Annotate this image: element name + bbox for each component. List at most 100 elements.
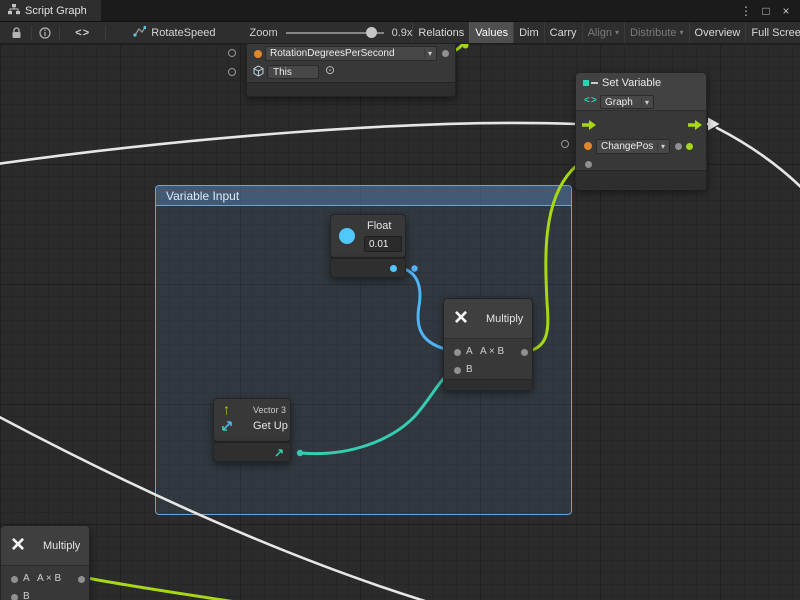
multiply-icon: × xyxy=(11,529,25,561)
value-wire-float-to-multiply-a[interactable] xyxy=(396,268,449,350)
target-label: This xyxy=(273,67,292,78)
value-input-port[interactable] xyxy=(675,143,682,150)
port-a-label: A xyxy=(23,573,30,584)
kebab-menu-icon[interactable]: ⋮ xyxy=(738,4,754,18)
value-wire-multiply2-out[interactable] xyxy=(87,578,236,600)
variable-name: RotationDegreesPerSecond xyxy=(270,48,395,59)
variable-port[interactable] xyxy=(254,50,262,58)
graph-asset-ref[interactable]: RotateSpeed xyxy=(133,26,215,40)
port-b-label: B xyxy=(23,591,30,600)
zoom-slider[interactable] xyxy=(286,22,384,44)
port-b-label: B xyxy=(466,364,473,375)
float-type-icon xyxy=(339,228,355,244)
gameobject-cube-icon xyxy=(253,65,264,80)
overview-button[interactable]: Overview xyxy=(689,22,746,44)
script-graph-tab-icon xyxy=(8,4,20,18)
variable-row: ChangePos ▾ xyxy=(576,139,706,157)
vector3-label: Vector 3 xyxy=(253,405,286,415)
node-footer xyxy=(444,379,532,390)
maximize-icon[interactable]: □ xyxy=(758,4,774,18)
zoom-slider-handle[interactable] xyxy=(366,27,377,38)
window-controls: ⋮ □ × xyxy=(738,0,800,21)
info-icon[interactable] xyxy=(35,22,57,44)
relations-button[interactable]: Relations xyxy=(412,22,469,44)
carry-button[interactable]: Carry xyxy=(544,22,582,44)
vector3-output-port[interactable] xyxy=(274,447,285,461)
value-wire-getup-to-multiply-b[interactable] xyxy=(301,370,452,454)
flow-in-port[interactable] xyxy=(582,119,597,131)
multiply-node-2[interactable]: × Multiply A A × B B xyxy=(0,525,90,600)
node-footer xyxy=(576,170,706,190)
float-literal-node[interactable]: Float 0.01 xyxy=(330,214,406,258)
graph-asset-icon xyxy=(133,26,146,40)
dim-button[interactable]: Dim xyxy=(513,22,544,44)
close-icon[interactable]: × xyxy=(778,4,794,18)
input-port-a[interactable] xyxy=(11,576,18,583)
get-up-node[interactable]: ↑ Vector 3 Get Up xyxy=(213,398,291,442)
node-title: Multiply xyxy=(43,540,80,552)
chevron-down-icon: ▾ xyxy=(424,49,432,58)
object-picker-icon[interactable]: ⊙ xyxy=(325,63,335,77)
getup-output-dot[interactable] xyxy=(297,450,303,456)
flow-out-port[interactable] xyxy=(688,119,703,131)
output-port[interactable] xyxy=(521,349,528,356)
unconnected-input-port[interactable] xyxy=(228,68,236,76)
graph-name: RotateSpeed xyxy=(151,27,215,39)
value-output-port[interactable] xyxy=(686,143,693,150)
align-dropdown: Align ▾ xyxy=(582,22,624,44)
variable-port[interactable] xyxy=(584,142,592,150)
values-button[interactable]: Values xyxy=(469,22,513,44)
flow-wire-into-set-variable[interactable] xyxy=(0,123,577,165)
input-port-a[interactable] xyxy=(454,349,461,356)
float-node-footer xyxy=(330,258,406,278)
unity-script-graph-window: Script Graph ⋮ □ × <> xyxy=(0,0,800,600)
chevron-down-icon: ▾ xyxy=(641,98,649,107)
graph-toolbar: <> RotateSpeed Zoom 0.9x Relations Value… xyxy=(0,22,800,44)
code-view-icon[interactable]: <> xyxy=(63,22,102,44)
set-variable-node[interactable]: Set Variable <> Graph ▾ ChangePos ▾ xyxy=(575,72,707,190)
tab-script-graph[interactable]: Script Graph xyxy=(0,0,101,21)
lock-icon[interactable] xyxy=(6,22,28,44)
variable-name-dropdown[interactable]: ChangePos ▾ xyxy=(596,139,670,154)
unconnected-input-port[interactable] xyxy=(561,140,569,148)
scope-label: Graph xyxy=(605,97,633,108)
graph-canvas[interactable]: Variable Input xyxy=(0,44,800,600)
distribute-label: Distribute xyxy=(630,22,676,44)
toolbar-buttons: Relations Values Dim Carry Align ▾ Distr… xyxy=(412,22,800,44)
zoom-value: 0.9x xyxy=(392,27,413,39)
target-field[interactable]: This xyxy=(267,65,319,79)
node-footer xyxy=(247,82,455,96)
input-port-b[interactable] xyxy=(11,594,18,600)
unconnected-input-port[interactable] xyxy=(228,49,236,57)
variable-name-dropdown[interactable]: RotationDegreesPerSecond ▾ xyxy=(265,46,437,61)
chevron-down-icon: ▾ xyxy=(615,22,619,44)
chevron-down-icon: ▾ xyxy=(657,142,665,151)
float-value: 0.01 xyxy=(369,239,388,250)
float-output-port[interactable] xyxy=(390,265,397,272)
input-port-b[interactable] xyxy=(454,367,461,374)
fullscreen-button[interactable]: Full Screen xyxy=(745,22,800,44)
titlebar: Script Graph ⋮ □ × xyxy=(0,0,800,22)
toolbar-separator xyxy=(31,26,32,40)
output-port[interactable] xyxy=(78,576,85,583)
align-label: Align xyxy=(588,22,612,44)
unit-chip-line xyxy=(591,82,598,84)
node-header: Set Variable xyxy=(576,73,706,93)
up-arrow-icon: ↑ xyxy=(223,401,230,417)
port-a-label: A xyxy=(466,346,473,357)
variable-scope-dropdown[interactable]: Graph ▾ xyxy=(600,95,654,109)
flow-wire-exit-right[interactable] xyxy=(717,128,800,192)
get-variable-node[interactable]: RotationDegreesPerSecond ▾ This ⊙ xyxy=(246,44,456,97)
wire-end-dot[interactable] xyxy=(463,44,469,49)
node-title: Set Variable xyxy=(602,77,661,89)
wire-end-dot[interactable] xyxy=(411,265,417,271)
node-title: Get Up xyxy=(253,420,288,432)
node-header: × Multiply xyxy=(444,299,532,339)
float-value-input[interactable]: 0.01 xyxy=(364,236,402,252)
distribute-dropdown: Distribute ▾ xyxy=(624,22,688,44)
multiply-node[interactable]: × Multiply A A × B B xyxy=(443,298,533,390)
fallback-value-port[interactable] xyxy=(585,161,592,168)
node-subheader: <> Graph ▾ xyxy=(576,93,706,111)
node-header: × Multiply xyxy=(1,526,89,566)
variable-output-port[interactable] xyxy=(442,50,449,57)
